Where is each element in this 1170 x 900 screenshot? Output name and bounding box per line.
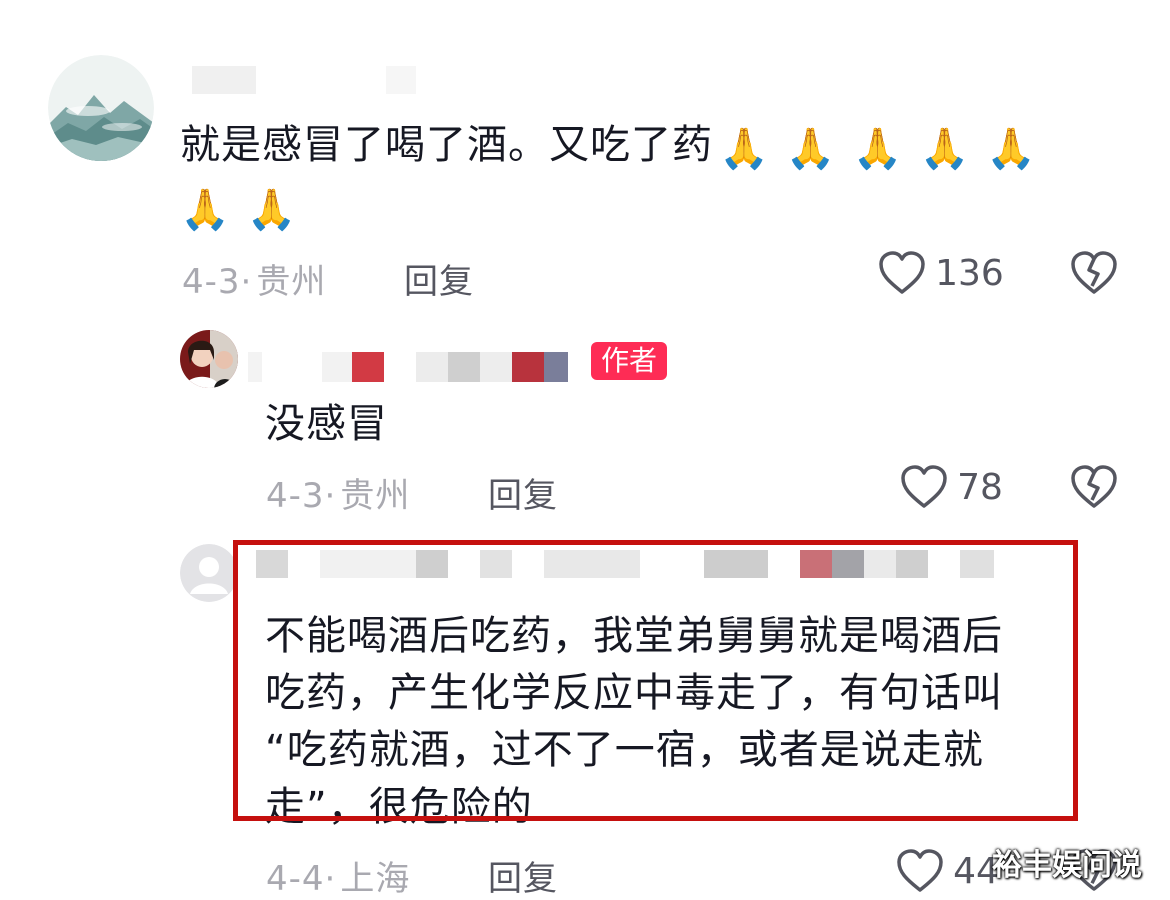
meta-separator: · <box>324 859 337 899</box>
heart-outline-icon <box>879 251 925 294</box>
like-button[interactable]: 44 <box>896 848 999 894</box>
comment-location: 贵州 <box>256 262 327 302</box>
reply-button[interactable]: 回复 <box>404 254 474 303</box>
comment-location: 贵州 <box>340 476 411 516</box>
meta-separator: · <box>324 476 337 516</box>
avatar[interactable] <box>48 55 154 161</box>
dislike-button[interactable] <box>1070 250 1118 300</box>
like-button[interactable]: 78 <box>900 464 1003 510</box>
pray-emoji: 🙏 <box>719 126 770 172</box>
comment-location: 上海 <box>340 859 411 899</box>
default-avatar-icon[interactable] <box>180 544 238 602</box>
heart-outline-icon <box>897 849 943 892</box>
comment-text-line-2: 🙏 🙏 <box>180 178 298 235</box>
pray-emoji: 🙏 <box>246 187 298 233</box>
author-badge: 作者 <box>591 342 668 380</box>
comment-date: 4-4 <box>266 859 325 899</box>
pray-emoji: 🙏 <box>986 126 1038 172</box>
comment-date: 4-3 <box>182 262 241 302</box>
broken-heart-icon <box>1071 465 1117 508</box>
meta-separator: · <box>240 262 253 302</box>
avatar[interactable] <box>180 330 238 388</box>
watermark: 裕丰娱问说 <box>992 848 1142 883</box>
pray-emoji: 🙏 <box>919 126 971 172</box>
dislike-button[interactable] <box>1070 464 1118 514</box>
reply-button[interactable]: 回复 <box>488 468 558 517</box>
comment-meta: 4-3· 贵州 <box>182 254 326 303</box>
comment-text: 没感冒 <box>265 401 388 447</box>
comment-meta: 4-3· 贵州 <box>266 468 410 517</box>
broken-heart-icon <box>1071 251 1117 294</box>
like-count: 136 <box>935 252 1004 294</box>
heart-outline-icon <box>901 465 947 508</box>
pray-emoji: 🙏 <box>852 126 904 172</box>
pray-emoji: 🙏 <box>785 126 837 172</box>
comment-date: 4-3 <box>266 476 325 516</box>
like-count: 78 <box>957 466 1003 508</box>
pray-emoji: 🙏 <box>180 187 231 233</box>
like-button[interactable]: 136 <box>878 250 1004 296</box>
highlight-box <box>233 540 1078 821</box>
comment-text: 就是感冒了喝了酒。又吃了药 🙏 🙏 🙏 🙏 🙏 <box>180 122 1038 172</box>
